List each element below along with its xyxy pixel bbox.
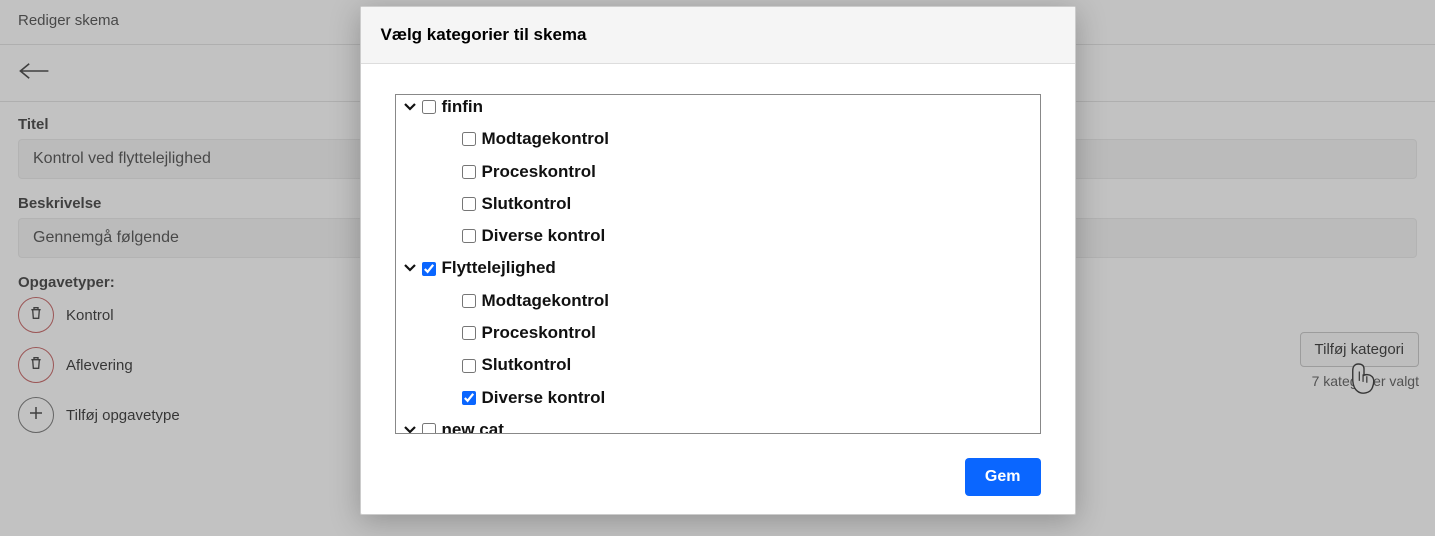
tree-label: Proceskontrol [482,156,596,188]
tree-label: Slutkontrol [482,349,572,381]
tree-checkbox[interactable] [422,423,436,434]
modal-title: Vælg kategorier til skema [361,7,1075,64]
tree-label: Diverse kontrol [482,220,606,252]
chevron-down-icon[interactable] [402,94,418,123]
modal-body: finfinModtagekontrolProceskontrolSlutkon… [361,64,1075,444]
category-tree[interactable]: finfinModtagekontrolProceskontrolSlutkon… [395,94,1041,434]
tree-checkbox[interactable] [422,100,436,114]
tree-label: finfin [442,94,484,123]
tree-checkbox[interactable] [462,197,476,211]
tree-label: Proceskontrol [482,317,596,349]
tree-label: Flyttelejlighed [442,252,556,284]
tree-checkbox[interactable] [462,294,476,308]
tree-checkbox[interactable] [462,165,476,179]
tree-node[interactable]: Modtagekontrol [402,285,1034,317]
tree-checkbox[interactable] [462,359,476,373]
modal-footer: Gem [361,444,1075,514]
chevron-down-icon[interactable] [402,252,418,284]
tree-label: Modtagekontrol [482,123,610,155]
tree-node[interactable]: Proceskontrol [402,317,1034,349]
tree-label: Diverse kontrol [482,382,606,414]
tree-checkbox[interactable] [462,229,476,243]
tree-checkbox[interactable] [462,326,476,340]
tree-checkbox[interactable] [422,262,436,276]
tree-node[interactable]: Slutkontrol [402,188,1034,220]
chevron-down-icon[interactable] [402,414,418,434]
tree-checkbox[interactable] [462,132,476,146]
tree-label: new cat [442,414,504,434]
tree-node[interactable]: Proceskontrol [402,156,1034,188]
tree-label: Slutkontrol [482,188,572,220]
tree-label: Modtagekontrol [482,285,610,317]
tree-node[interactable]: finfin [402,94,1034,123]
category-modal: Vælg kategorier til skema finfinModtagek… [360,6,1076,515]
save-button[interactable]: Gem [965,458,1041,496]
tree-checkbox[interactable] [462,391,476,405]
tree-node[interactable]: Modtagekontrol [402,123,1034,155]
tree-node[interactable]: Slutkontrol [402,349,1034,381]
tree-node[interactable]: Diverse kontrol [402,382,1034,414]
tree-node[interactable]: new cat [402,414,1034,434]
tree-node[interactable]: Diverse kontrol [402,220,1034,252]
tree-node[interactable]: Flyttelejlighed [402,252,1034,284]
